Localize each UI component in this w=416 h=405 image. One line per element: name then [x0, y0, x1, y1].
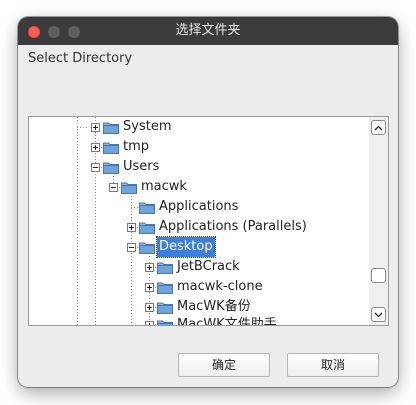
folder-icon — [157, 282, 173, 294]
tree-item-label: tmp — [123, 139, 150, 154]
folder-icon — [103, 122, 119, 134]
tree-item-applications[interactable]: Applications — [139, 197, 240, 217]
minus-expander-icon[interactable] — [109, 182, 118, 192]
plus-expander-icon[interactable] — [91, 122, 100, 132]
tree-item-tmp[interactable]: tmp — [91, 137, 151, 157]
select-directory-dialog: 选择文件夹 Select Directory System tmp Users … — [18, 17, 398, 387]
chevron-down-icon — [374, 312, 383, 317]
tree-item-label: MacWK备份 — [177, 299, 251, 314]
folder-icon — [139, 242, 155, 254]
directory-tree[interactable]: System tmp Users macwk Applications Appl… — [28, 116, 389, 326]
folder-icon — [157, 320, 173, 325]
tree-item-macwk-backup[interactable]: MacWK备份 — [145, 297, 253, 317]
plus-expander-icon[interactable] — [91, 142, 100, 152]
plus-expander-icon[interactable] — [145, 302, 154, 312]
folder-icon — [121, 182, 137, 194]
scrollbar-thumb[interactable] — [371, 268, 386, 283]
scroll-up-button[interactable] — [371, 120, 386, 135]
tree-item-label: macwk-clone — [177, 279, 263, 294]
tree-item-desktop[interactable]: Desktop — [127, 236, 216, 258]
tree-item-label: Applications (Parallels) — [159, 219, 307, 234]
folder-icon — [139, 222, 155, 234]
title-bar[interactable]: 选择文件夹 — [18, 17, 398, 45]
plus-expander-icon[interactable] — [127, 222, 136, 232]
minus-expander-icon[interactable] — [127, 242, 136, 252]
tree-item-system[interactable]: System — [91, 117, 173, 137]
tree-item-users[interactable]: Users — [91, 157, 161, 177]
tree-item-label: Users — [123, 159, 160, 174]
folder-icon — [103, 142, 119, 154]
cancel-button[interactable]: 取消 — [287, 353, 379, 377]
tree-item-label-selected: Desktop — [156, 236, 216, 258]
scroll-down-button[interactable] — [371, 307, 386, 322]
plus-expander-icon[interactable] — [145, 282, 154, 292]
minus-expander-icon[interactable] — [91, 162, 100, 172]
tree-item-label: Applications — [159, 199, 239, 214]
tree-item-macwk-clone[interactable]: macwk-clone — [145, 277, 265, 297]
tree-item-applications-parallels[interactable]: Applications (Parallels) — [127, 217, 309, 237]
tree-item-label: JetBCrack — [177, 259, 240, 274]
ok-button[interactable]: 确定 — [178, 353, 270, 377]
folder-icon — [103, 162, 119, 174]
prompt-text: Select Directory — [28, 51, 133, 66]
tree-item-macwk-assistant[interactable]: MacWK文件助手 — [145, 315, 279, 326]
tree-item-label: macwk — [141, 179, 187, 194]
window-title: 选择文件夹 — [175, 23, 241, 38]
folder-icon — [157, 302, 173, 314]
tree-item-jetbcrack[interactable]: JetBCrack — [145, 257, 242, 277]
tree-item-macwk[interactable]: macwk — [109, 177, 189, 197]
tree-item-label: MacWK文件助手 — [177, 317, 277, 326]
plus-expander-icon[interactable] — [145, 262, 154, 272]
folder-icon — [157, 262, 173, 274]
tree-item-label: System — [123, 119, 172, 134]
vertical-scrollbar[interactable] — [369, 117, 388, 325]
plus-expander-icon[interactable] — [145, 320, 154, 325]
folder-icon — [139, 202, 155, 214]
chevron-up-icon — [374, 125, 383, 130]
